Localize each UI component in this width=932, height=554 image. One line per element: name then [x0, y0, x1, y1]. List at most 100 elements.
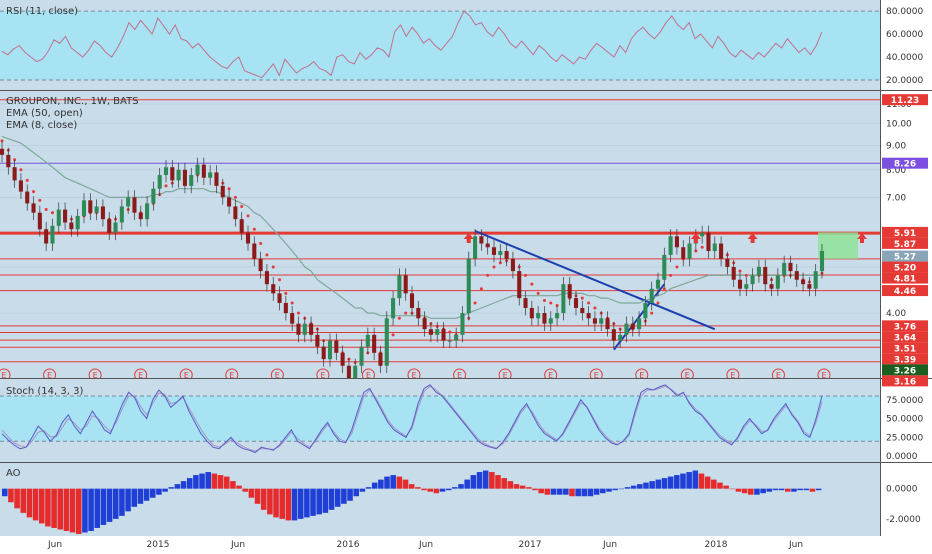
ao-bar: [754, 488, 760, 495]
ao-pane: AO: [0, 463, 880, 536]
candle-body: [189, 175, 194, 186]
stoch-tick-label: 25.0000: [886, 433, 923, 443]
candle-body: [290, 313, 295, 324]
x-axis-label: 2017: [519, 540, 542, 550]
ao-bar: [199, 473, 205, 489]
ao-bar: [772, 488, 779, 491]
ao-bar: [649, 481, 655, 489]
candle-body: [321, 346, 326, 360]
candle-body: [245, 232, 251, 244]
candle-body: [151, 188, 156, 204]
candle-body: [340, 352, 345, 366]
ao-bar: [347, 488, 353, 501]
x-axis-labels: Jun 2015 Jun 2016 Jun 2017 Jun 2018 Jun: [47, 540, 803, 550]
candle-body: [271, 284, 276, 294]
price-pane: EEEEEEEEEEEEEEEEEEE GROUPON, INC., 1W, B…: [0, 91, 880, 387]
ao-bar: [297, 488, 304, 519]
ao-bar: [291, 488, 298, 521]
ema8-dot: [473, 301, 477, 305]
candle-body: [37, 212, 42, 230]
ao-bar: [267, 488, 273, 515]
x-axis-label: 2015: [147, 540, 170, 550]
candle-body: [655, 279, 661, 289]
candle-body: [422, 318, 427, 330]
ema8-dot: [164, 184, 168, 188]
candle-body: [12, 167, 17, 181]
candle-body: [239, 219, 244, 233]
ao-bar: [316, 488, 322, 515]
ema8-dot: [233, 195, 237, 199]
ao-bar: [125, 488, 131, 512]
ema8-dot: [404, 311, 408, 315]
ao-bar: [186, 478, 193, 489]
ao-bar: [359, 488, 366, 492]
ao-bar: [408, 484, 415, 489]
candle-body: [599, 318, 604, 324]
candle-body: [580, 307, 585, 314]
candle-body: [157, 175, 162, 189]
ao-bar: [698, 473, 705, 489]
ao-bar: [507, 481, 514, 489]
candle-body: [573, 298, 579, 308]
candle-body: [378, 352, 383, 366]
ao-bar: [680, 473, 686, 489]
candle-body: [801, 279, 806, 285]
ao-tick-label: -2.0000: [886, 515, 921, 525]
ao-bar: [32, 488, 39, 521]
candle-body: [182, 169, 187, 186]
ao-bar: [470, 475, 477, 489]
ema8-dot: [524, 273, 528, 277]
candle-body: [346, 365, 351, 380]
ao-bar: [14, 488, 20, 509]
ao-bar: [519, 485, 526, 489]
candle-body: [813, 271, 818, 289]
ao-bar: [513, 484, 520, 489]
candle-body: [56, 209, 61, 226]
ao-bar: [45, 488, 51, 527]
ao-bar: [328, 488, 335, 510]
candle-body: [794, 271, 799, 280]
stoch-tick-label: 50.0000: [886, 415, 923, 425]
x-axis-label: 2018: [705, 540, 728, 550]
candle-body: [447, 340, 452, 342]
candle-body: [220, 185, 225, 198]
ao-bar: [2, 488, 8, 497]
candle-body: [409, 293, 415, 308]
ao-bar: [711, 479, 717, 489]
ema8-legend: EMA (8, close): [6, 120, 77, 131]
ao-bar: [630, 485, 637, 489]
ao-bar: [717, 482, 723, 489]
candle-body: [214, 172, 219, 186]
chart-svg: RSI (11, close) EEEEEEEEEEEEEEEEEEE GROU…: [0, 0, 932, 550]
candle-body: [327, 340, 333, 360]
candle-body: [756, 266, 761, 276]
ema8-dot: [587, 301, 591, 305]
candle-body: [315, 334, 320, 347]
candle-body: [391, 298, 396, 319]
ao-bar: [704, 476, 711, 489]
price-marker-label: 5.27: [894, 253, 916, 263]
ao-bar: [279, 488, 285, 519]
price-marker-label: 5.87: [894, 240, 916, 250]
x-axis-label: Jun: [47, 540, 62, 550]
candle-body: [504, 251, 509, 259]
candle-body: [403, 275, 408, 294]
ao-bar: [803, 488, 810, 491]
ao-bar: [106, 488, 113, 522]
ao-bar: [94, 488, 101, 528]
ao-bar: [285, 488, 292, 521]
ao-bar: [445, 488, 452, 491]
candle-body: [359, 346, 364, 366]
candle-body: [466, 258, 471, 314]
ao-bar: [254, 488, 261, 504]
ao-bar: [624, 487, 631, 489]
ao-bar: [273, 488, 279, 518]
candle-body: [277, 293, 282, 303]
candle-body: [441, 329, 446, 341]
candle-body: [473, 236, 478, 259]
ao-bar: [686, 472, 692, 489]
candle-body: [769, 284, 774, 289]
stoch-title: Stoch (14, 3, 3): [6, 386, 83, 397]
ema8-dot: [252, 227, 256, 231]
ao-bar: [38, 488, 45, 524]
